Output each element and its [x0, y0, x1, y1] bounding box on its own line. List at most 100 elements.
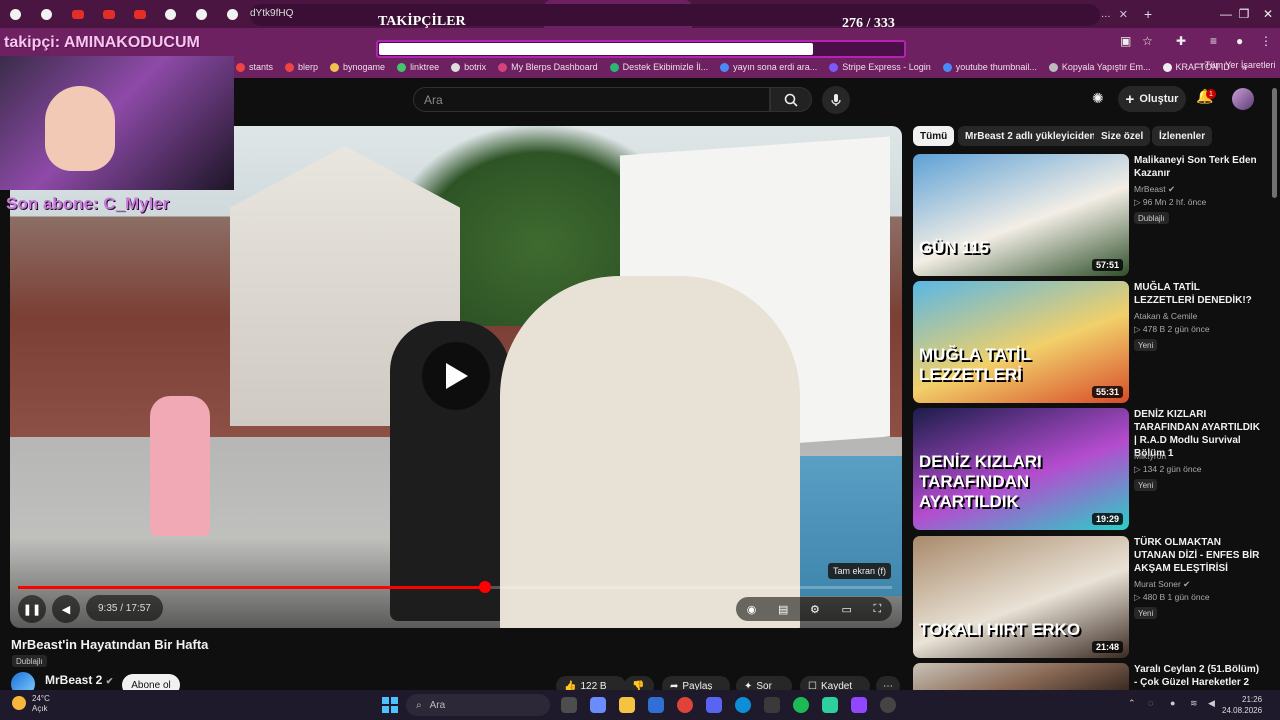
browser-tab[interactable]	[0, 0, 31, 28]
bookmark-item[interactable]: Stripe Express - Login	[829, 62, 931, 72]
chip-from-uploader[interactable]: MrBeast 2 adlı yükleyiciden	[958, 126, 1103, 146]
tray-network-icon[interactable]: ◌	[1148, 698, 1153, 708]
search-input[interactable]: Ara	[413, 87, 770, 112]
recommendation-card[interactable]: Yaralı Ceylan 2 (51.Bölüm) - Çok Güzel H…	[913, 663, 1268, 690]
dubbed-badge-label: Dublajlı	[16, 656, 43, 666]
page-scrollbar[interactable]	[1272, 88, 1277, 198]
media-icon[interactable]: ≡	[1210, 34, 1217, 48]
fullscreen-icon[interactable]: ⛶	[873, 603, 881, 616]
taskbar-search[interactable]: ⌕ Ara	[406, 694, 550, 716]
search-button[interactable]	[770, 87, 812, 112]
bookmark-item[interactable]: Destek Ekibimizle İl...	[609, 62, 708, 72]
browser-tab[interactable]	[62, 0, 93, 28]
file-explorer-icon[interactable]	[619, 697, 635, 713]
recommendation-title[interactable]: TÜRK OLMAKTAN UTANAN DİZİ - ENFES BİR AK…	[1134, 536, 1260, 575]
recommendation-card[interactable]: TOKALI HIRT ERKO 21:48 TÜRK OLMAKTAN UTANA…	[913, 536, 1268, 658]
chrome-icon[interactable]	[677, 697, 693, 713]
extensions-icon[interactable]: ✚	[1176, 34, 1186, 48]
recommendation-channel[interactable]: Miktyron	[1134, 451, 1166, 461]
steam-icon[interactable]	[880, 697, 896, 713]
tray-volume-icon[interactable]: ◀	[1208, 698, 1215, 709]
duration-badge: 55:31	[1091, 386, 1123, 398]
bookmark-item[interactable]: bynogame	[330, 62, 385, 72]
player-right-controls: ◉ ▤ ⚙ ▭ ⛶	[736, 597, 892, 621]
voice-search-button[interactable]	[822, 86, 850, 114]
recommendation-thumbnail[interactable]	[913, 663, 1129, 690]
recommendation-title[interactable]: Yaralı Ceylan 2 (51.Bölüm) - Çok Güzel H…	[1134, 663, 1260, 689]
discord-icon[interactable]	[706, 697, 722, 713]
recommendation-thumbnail[interactable]: GÜN 115 57:51	[913, 154, 1129, 276]
edge-icon[interactable]	[735, 697, 751, 713]
tray-wifi-icon[interactable]: ≋	[1190, 698, 1198, 709]
video-progress-bar[interactable]	[18, 581, 892, 593]
create-button[interactable]: + Oluştur	[1118, 86, 1186, 112]
browser-tab[interactable]	[217, 0, 248, 28]
mute-button[interactable]: ◀	[52, 595, 80, 623]
close-tab-icon[interactable]: ✕	[1119, 8, 1128, 21]
recommendation-channel[interactable]: Atakan & Cemile	[1134, 311, 1197, 321]
recommendation-card[interactable]: GÜN 115 57:51 Malikaneyi Son Terk Eden Kaz…	[913, 154, 1268, 276]
tray-chevron-icon[interactable]: ⌃	[1128, 698, 1136, 709]
browser-tab[interactable]	[124, 0, 155, 28]
recommendation-card[interactable]: MUĞLA TATİL LEZZETLERİ 55:31 MUĞLA TATİL L…	[913, 281, 1268, 403]
recommendation-channel[interactable]: MrBeast ✔	[1134, 184, 1175, 195]
tray-mic-icon[interactable]: ●	[1170, 698, 1175, 708]
subtitles-icon[interactable]: ▤	[778, 603, 788, 616]
profile-icon[interactable]: ●	[1236, 34, 1243, 48]
bookmark-item[interactable]: yayın sona erdi ara...	[720, 62, 817, 72]
spotify-icon[interactable]	[793, 697, 809, 713]
miniplayer-icon[interactable]: ▭	[841, 603, 851, 616]
progress-scrubber[interactable]	[478, 581, 491, 593]
recommendation-card[interactable]: DENİZ KIZLARI TARAFINDAN AYARTILDIK 19:29…	[913, 408, 1268, 530]
stream-follower-ticker: takipçi: AMINAKODUCUM	[4, 34, 200, 51]
recommendation-thumbnail[interactable]: TOKALI HIRT ERKO 21:48	[913, 536, 1129, 658]
app-icon[interactable]	[822, 697, 838, 713]
bookmark-item[interactable]: blerp	[285, 62, 318, 72]
chip-watched[interactable]: İzlenenler	[1152, 126, 1213, 146]
views-icon: ▷	[1134, 592, 1143, 602]
bookmark-item[interactable]: youtube thumbnail...	[942, 62, 1037, 72]
settings-gear-icon[interactable]: ⚙	[810, 603, 820, 616]
browser-tab[interactable]	[155, 0, 186, 28]
task-view-icon[interactable]	[561, 697, 577, 713]
weather-widget[interactable]: 24°C Açık	[12, 694, 50, 714]
clock-time: 21:26	[1242, 695, 1263, 704]
store-icon[interactable]	[648, 697, 664, 713]
recommendation-thumbnail[interactable]: DENİZ KIZLARI TARAFINDAN AYARTILDIK 19:29	[913, 408, 1129, 530]
bookmark-item[interactable]: My Blerps Dashboard	[498, 62, 598, 72]
weather-sun-icon	[12, 696, 26, 710]
channel-name[interactable]: MrBeast 2 ✔	[45, 673, 113, 687]
view-count: 134	[1142, 464, 1158, 474]
start-button[interactable]	[382, 697, 398, 713]
obs-icon[interactable]	[764, 697, 780, 713]
browser-tab[interactable]	[31, 0, 62, 28]
bookmark-item[interactable]: stants	[236, 62, 273, 72]
new-tab-button[interactable]: +	[1136, 0, 1160, 28]
twitch-icon[interactable]	[851, 697, 867, 713]
bookmark-item[interactable]: Kopyala Yapıştır Em...	[1048, 62, 1151, 72]
browser-tab[interactable]	[186, 0, 217, 28]
cast-icon[interactable]: ▣	[1120, 34, 1131, 48]
menu-kebab-icon[interactable]: ⋮	[1260, 34, 1272, 48]
chip-all[interactable]: Tümü	[913, 126, 955, 146]
recommendation-channel[interactable]: Murat Soner ✔	[1134, 579, 1190, 590]
autoplay-toggle-icon[interactable]: ◉	[747, 603, 757, 616]
account-avatar[interactable]	[1232, 88, 1254, 110]
taskbar-clock[interactable]: 21:26 24.08.2026	[1222, 694, 1262, 716]
bookmark-star-icon[interactable]: ☆	[1142, 34, 1153, 48]
chip-for-you[interactable]: Size özel	[1094, 126, 1151, 146]
bookmark-item[interactable]: botrix	[451, 62, 486, 72]
copilot-icon[interactable]	[590, 697, 606, 713]
premium-icon[interactable]: ✺	[1092, 90, 1104, 107]
browser-tab[interactable]	[93, 0, 124, 28]
microphone-icon	[831, 94, 841, 106]
all-bookmarks[interactable]: ▭ Tüm Yer İşaretleri	[1194, 60, 1275, 71]
bookmark-item[interactable]: linktree	[397, 62, 439, 72]
close-window-button[interactable]: ✕	[1250, 0, 1280, 28]
recommendation-title[interactable]: Malikaneyi Son Terk Eden Kazanır	[1134, 154, 1260, 180]
pause-button[interactable]: ❚❚	[18, 595, 46, 623]
recommendation-title[interactable]: MUĞLA TATİL LEZZETLERİ DENEDİK!?	[1134, 281, 1260, 307]
recommendation-thumbnail[interactable]: MUĞLA TATİL LEZZETLERİ 55:31	[913, 281, 1129, 403]
play-overlay-button[interactable]	[422, 342, 490, 410]
video-frame-person-pink	[150, 396, 210, 536]
